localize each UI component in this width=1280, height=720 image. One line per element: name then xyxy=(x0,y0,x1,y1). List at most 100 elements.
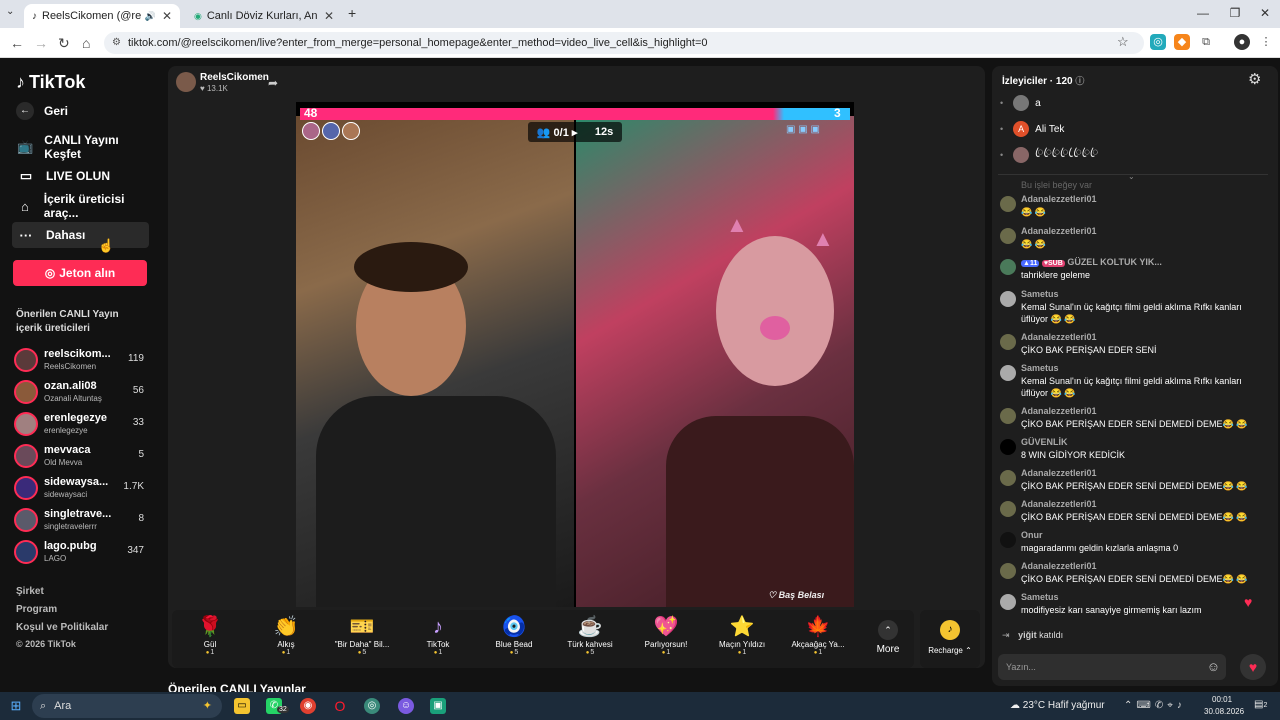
restore-icon[interactable]: ❐ xyxy=(1218,6,1252,20)
message-user[interactable]: Adanalezzetleri01 xyxy=(1021,332,1097,342)
reload-icon[interactable]: ↻ xyxy=(58,35,70,52)
tiktok-logo[interactable]: ♪ TikTok xyxy=(16,72,85,93)
viewer-item[interactable]: • A Ali Tek xyxy=(1000,120,1064,138)
close-window-icon[interactable]: ✕ xyxy=(1248,6,1280,20)
home-icon[interactable]: ⌂ xyxy=(82,35,90,51)
app-icon-2[interactable]: ▣ xyxy=(430,698,446,714)
footer-terms-link[interactable]: Koşul ve Politikalar xyxy=(16,622,108,633)
gift-price: 1 xyxy=(704,649,780,656)
profile-icon[interactable]: ● xyxy=(1234,34,1250,50)
host-name[interactable]: ReelsCikomen xyxy=(200,72,269,83)
bookmark-star-icon[interactable]: ☆ xyxy=(1117,34,1129,50)
url-field[interactable]: ⚙ tiktok.com/@reelscikomen/live?enter_fr… xyxy=(104,32,1144,54)
minimize-icon[interactable]: — xyxy=(1186,6,1220,20)
back-icon[interactable]: ← xyxy=(10,35,24,51)
speaker-icon[interactable]: 🔊 xyxy=(145,11,156,22)
viewer-item[interactable]: • a xyxy=(1000,94,1041,112)
host-avatar[interactable] xyxy=(176,72,196,92)
more-gifts-button[interactable]: ⌃ More xyxy=(868,614,908,655)
settings-gear-icon[interactable]: ⚙ xyxy=(1248,70,1261,88)
notification-icon[interactable]: ▤2 xyxy=(1254,699,1267,710)
clock-time[interactable]: 00:01 xyxy=(1212,695,1232,704)
gift-item[interactable]: ♪ TikTok 1 xyxy=(400,614,476,666)
message-text: ÇİKO BAK PERİŞAN EDER SENİ xyxy=(1021,345,1157,355)
message-text: tahriklere geleme xyxy=(1021,270,1091,280)
avatar xyxy=(1000,439,1016,455)
creator-item[interactable]: ozan.ali08 Ozanali Altuntaş 56 xyxy=(14,378,148,408)
message-user-row[interactable]: ▲11 ♥SUB GÜZEL KOLTUK YIK... xyxy=(1021,257,1162,267)
creator-item[interactable]: erenlegezye erenlegezye 33 xyxy=(14,410,148,440)
message-user[interactable]: Adanalezzetleri01 xyxy=(1021,468,1097,478)
extensions-puzzle-icon[interactable]: ⧉ xyxy=(1198,34,1214,50)
recharge-button[interactable]: ♪ Recharge ⌃ xyxy=(920,610,980,668)
extension-metamask-icon[interactable]: ◆ xyxy=(1174,34,1190,50)
taskbar-search[interactable]: ⌕ Ara ✦ xyxy=(32,694,222,718)
info-icon[interactable]: ⓘ xyxy=(1075,76,1084,86)
gift-item[interactable]: 🎫 "Bir Daha" Bil... 5 xyxy=(324,614,400,666)
message-user[interactable]: Onur xyxy=(1021,530,1043,540)
back-button[interactable]: ← Geri xyxy=(12,98,149,124)
message-user[interactable]: Adanalezzetleri01 xyxy=(1021,499,1097,509)
file-explorer-icon[interactable]: ▭ xyxy=(234,698,250,714)
browser-menu-icon[interactable]: ⋮ xyxy=(1258,34,1274,50)
creator-item[interactable]: reelscikom... ReelsCikomen 119 xyxy=(14,346,148,376)
app-icon[interactable]: ◎ xyxy=(364,698,380,714)
host-likes: ♥ 13.1K xyxy=(200,84,228,93)
gift-icon: 👏 xyxy=(273,616,299,638)
creator-item[interactable]: singletrave... singletravelerrr 8 xyxy=(14,506,148,536)
clock-date[interactable]: 30.08.2026 xyxy=(1204,707,1244,716)
close-tab-icon[interactable]: ✕ xyxy=(324,9,334,23)
gift-item[interactable]: 💖 Parlıyorsun! 1 xyxy=(628,614,704,666)
nav-creator-tools[interactable]: ⌂ İçerik üreticisi araç... xyxy=(12,192,149,220)
tab-doviz[interactable]: ◉ Canlı Döviz Kurları, Anlık Altın F... … xyxy=(186,4,342,28)
message-user[interactable]: Sametus xyxy=(1021,289,1059,299)
gift-item[interactable]: 👏 Alkış 1 xyxy=(248,614,324,666)
gift-item[interactable]: 🧿 Blue Bead 5 xyxy=(476,614,552,666)
footer-program-link[interactable]: Program xyxy=(16,604,57,615)
opera-icon[interactable]: O xyxy=(332,698,348,714)
collapse-chevron-icon[interactable]: ⌄ xyxy=(1128,172,1135,181)
creator-item[interactable]: mevvaca Old Mevva 5 xyxy=(14,442,148,472)
message-user[interactable]: GÜVENLİK xyxy=(1021,437,1068,447)
site-info-icon[interactable]: ⚙ xyxy=(112,32,121,54)
tab-label: Canlı Döviz Kurları, Anlık Altın F... xyxy=(206,10,318,22)
chrome-icon[interactable]: ◉ xyxy=(300,698,316,714)
gift-item[interactable]: 🍁 Akçaağaç Ya... 1 xyxy=(780,614,856,666)
heart-icon: ♥ xyxy=(200,84,205,93)
share-icon[interactable]: ➦ xyxy=(268,76,278,90)
forward-icon[interactable]: → xyxy=(34,35,48,51)
extension-translate-icon[interactable]: ◎ xyxy=(1150,34,1166,50)
tab-list-icon[interactable]: ⌄ xyxy=(6,6,14,17)
message-user[interactable]: Adanalezzetleri01 xyxy=(1021,194,1097,204)
emoji-icon[interactable]: ☺ xyxy=(1207,654,1220,680)
gift-item[interactable]: 🌹 Gül 1 xyxy=(172,614,248,666)
message-user[interactable]: Sametus xyxy=(1021,592,1059,602)
get-coins-button[interactable]: ◎ Jeton alın xyxy=(13,260,147,286)
pk-battle-video[interactable]: ▲ ▲ ▣ ▣ ▣ ♡ Baş Belası 48 3 👥 0/1 ▸ 12s xyxy=(296,102,854,607)
chat-input[interactable]: Yazın... ☺ xyxy=(998,654,1226,680)
tray-icons[interactable]: ⌃⌨✆⌖♪ xyxy=(1124,700,1186,711)
message-user[interactable]: Adanalezzetleri01 xyxy=(1021,561,1097,571)
gift-item[interactable]: ☕ Türk kahvesi 5 xyxy=(552,614,628,666)
new-tab-icon[interactable]: + xyxy=(348,5,356,21)
gift-name: Gül xyxy=(203,640,217,649)
level-badge-text: 11 xyxy=(1029,260,1038,267)
nav-more[interactable]: ··· Dahası ☝ xyxy=(12,222,149,253)
joined-user[interactable]: yiğit xyxy=(1018,630,1037,640)
gift-item[interactable]: ⭐ Maçın Yıldızı 1 xyxy=(704,614,780,666)
close-tab-icon[interactable]: ✕ xyxy=(162,9,172,23)
viewer-item[interactable]: • ꦿꦿꦿꦿ ꦿꦿꦿꦿ xyxy=(1000,146,1098,164)
creator-item[interactable]: sidewaysa... sidewaysaci 1.7K xyxy=(14,474,148,504)
discord-icon[interactable]: ☺ xyxy=(398,698,414,714)
windows-start-icon[interactable]: ⊞ xyxy=(8,698,24,714)
message-user[interactable]: Sametus xyxy=(1021,363,1059,373)
footer-company-link[interactable]: Şirket xyxy=(16,586,44,597)
message-user[interactable]: Adanalezzetleri01 xyxy=(1021,226,1097,236)
creator-item[interactable]: lago.pubg LAGO 347 xyxy=(14,538,148,568)
nav-explore-live[interactable]: 📺 CANLI Yayını Keşfet xyxy=(12,133,149,161)
nav-go-live[interactable]: ▭ LIVE OLUN xyxy=(12,163,149,189)
tab-tiktok[interactable]: ♪ ReelsCikomen (@reelscikom... 🔊 ✕ xyxy=(24,4,180,28)
like-heart-button[interactable]: ♥ xyxy=(1240,654,1266,680)
weather[interactable]: ☁ 23°C Hafif yağmur xyxy=(1010,700,1105,711)
message-user[interactable]: Adanalezzetleri01 xyxy=(1021,406,1097,416)
